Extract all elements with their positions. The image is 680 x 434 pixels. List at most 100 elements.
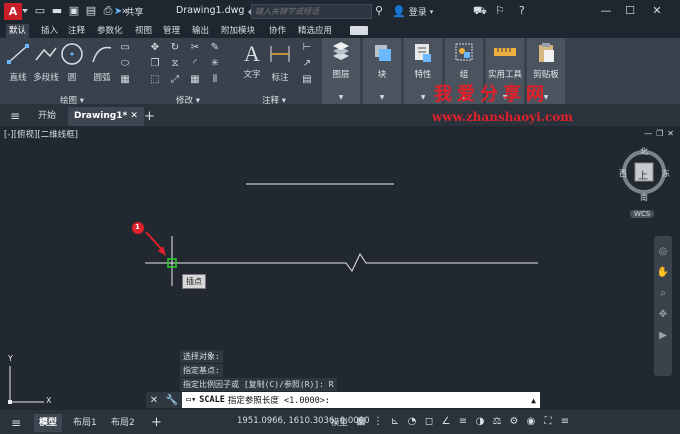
add-layout-button[interactable]: + [146,414,167,432]
menu-icon[interactable]: ≡ [6,414,26,432]
tab-start[interactable]: 开始 [32,107,62,126]
tab-view[interactable]: 视图 [132,24,155,38]
table-icon[interactable]: ▤ [300,74,314,86]
close-icon[interactable]: ✕ [150,395,158,406]
share-button[interactable]: ➤ 共享 [114,5,143,18]
wrench-icon[interactable]: 🔧 [166,395,178,406]
text-tool[interactable]: A 文字 [240,42,264,81]
tab-parametric[interactable]: 参数化 [94,24,126,38]
layers-panel[interactable]: 图层 ▼ [322,38,360,104]
tab-drawing1[interactable]: Drawing1* ✕ [68,107,144,126]
hatch-icon[interactable]: ▦ [118,74,132,86]
customize-icon[interactable]: ≡ [559,415,571,428]
line-tool[interactable]: 直线 [6,42,30,83]
model-space-button[interactable]: 模型 [331,416,348,428]
polar-icon[interactable]: ◔ [406,415,418,428]
fillet-icon[interactable]: ◜ [188,58,202,70]
tab-model[interactable]: 模型 [34,414,63,432]
break-line [150,252,538,272]
annotation-scale-icon[interactable]: ⚖ [491,415,503,428]
isolate-icon[interactable]: ◉ [525,415,537,428]
close-button[interactable]: ✕ [648,3,666,19]
login-button[interactable]: 👤 登录 ▾ [392,5,433,18]
leader-icon[interactable]: ↗ [300,58,314,70]
layers-icon [333,42,349,60]
pan-icon[interactable]: ✋ [654,267,672,278]
chevron-up-icon[interactable]: ▲ [531,396,536,405]
menu-icon[interactable]: ≡ [4,107,26,126]
move-icon[interactable]: ✥ [148,42,162,54]
orbit-icon[interactable]: ✥ [654,309,672,320]
drawing-canvas[interactable]: 我爱分享网 www.zhanshaoyi.com [-][俯视][二维线框] —… [0,84,680,410]
snap-tooltip: 插点 [182,274,206,289]
minimize-button[interactable]: — [597,3,615,19]
ribbon-tabs: 默认 插入 注释 参数化 视图 管理 输出 附加模块 协作 精选应用 [0,23,680,38]
arc-tool[interactable]: 圆弧 [90,42,114,83]
print-icon[interactable]: ⎙ [102,5,114,17]
command-input[interactable]: ▭▾ SCALE 指定参照长度 <1.0000>: ▲ [182,392,540,408]
grid-icon[interactable]: ▦ [355,415,367,428]
circle-tool[interactable]: 圆 [60,42,84,83]
zoom-icon[interactable]: ⌕ [654,288,672,299]
tab-output[interactable]: 输出 [189,24,212,38]
tab-manage[interactable]: 管理 [160,24,183,38]
block-panel[interactable]: 块 ▼ [363,38,401,104]
help-icon[interactable]: ? [519,5,525,17]
maximize-button[interactable]: ☐ [621,3,639,19]
application-menu-button[interactable]: A [4,3,28,20]
linear-dim-icon[interactable]: ⊢ [300,42,314,54]
rectangle-icon[interactable]: ▭ [118,42,132,54]
dimension-tool[interactable]: 标注 [268,42,292,83]
step-number: 1 [135,223,140,231]
ortho-icon[interactable]: ⊾ [389,415,401,428]
chevron-down-icon: ▼ [338,94,344,101]
document-title: Drawing1.dwg [176,5,245,16]
save-as-icon[interactable]: ▤ [85,5,97,17]
transparency-icon[interactable]: ◑ [474,415,486,428]
tab-home[interactable]: 默认 [6,24,30,38]
trim-icon[interactable]: ✂ [188,42,202,54]
ellipse-icon[interactable]: ⬭ [118,58,132,70]
tab-annotate[interactable]: 注释 [65,24,88,38]
explode-icon[interactable]: ✳ [208,58,222,70]
coordinates-readout[interactable]: 1951.0966, 1610.3036, 0.0000 [237,416,369,426]
command-history-line: 选择对象: [180,350,223,363]
edit-icon[interactable]: ✎ [208,42,222,54]
copy-icon[interactable]: ❐ [148,58,162,70]
cart-icon[interactable]: ⛟ [473,5,487,17]
stretch-icon[interactable]: ⬚ [148,74,162,86]
new-file-icon[interactable]: ▭ [34,5,46,17]
search-input[interactable] [255,7,371,16]
close-tab-icon[interactable]: ✕ [130,111,138,121]
rotate-icon[interactable]: ↻ [168,42,182,54]
search-box[interactable] [248,4,372,19]
tab-featured-apps[interactable]: 精选应用 [295,24,335,38]
tab-layout2[interactable]: 布局2 [106,414,140,432]
steering-wheel-icon[interactable]: ◎ [654,246,672,257]
array-icon[interactable]: ▦ [188,74,202,86]
fullscreen-icon[interactable]: ⛶ [542,415,554,428]
search-icon[interactable]: ⚲ [375,5,383,17]
tab-insert[interactable]: 插入 [38,24,61,38]
otrack-icon[interactable]: ∠ [440,415,452,428]
new-tab-button[interactable]: + [138,107,161,126]
ucs-y-label: Y [8,354,13,363]
tab-layout1[interactable]: 布局1 [68,414,102,432]
arc-icon [92,46,112,63]
ribbon-toggle-icon[interactable] [350,26,368,35]
lineweight-icon[interactable]: ≡ [457,415,469,428]
mirror-icon[interactable]: ⧖ [168,58,182,70]
save-icon[interactable]: ▣ [68,5,80,17]
offset-icon[interactable]: ⫴ [208,74,222,86]
scale-icon[interactable]: ⤢ [168,74,182,86]
workspace-icon[interactable]: ⚙ [508,415,520,428]
properties-icon [415,44,431,62]
osnap-icon[interactable]: ◻ [423,415,435,428]
tab-collaborate[interactable]: 协作 [266,24,289,38]
showmotion-icon[interactable]: ▶ [654,330,672,341]
snap-icon[interactable]: ⋮ [372,415,384,428]
open-folder-icon[interactable]: ▬ [51,5,63,17]
polyline-tool[interactable]: 多段线 [32,42,60,83]
exchange-icon[interactable]: ⚐ [495,5,505,17]
tab-addins[interactable]: 附加模块 [218,24,258,38]
